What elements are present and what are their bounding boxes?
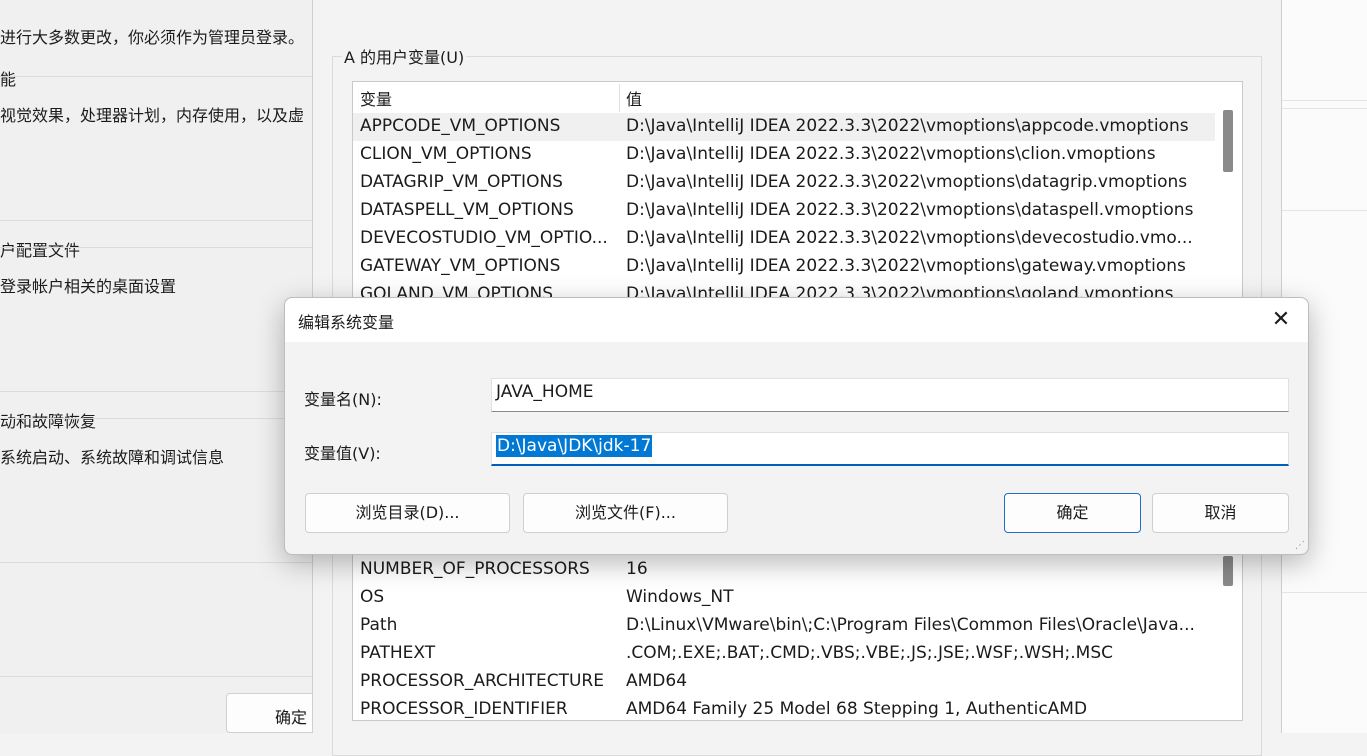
- divider: [1282, 592, 1367, 593]
- variable-value: D:\Java\IntelliJ IDEA 2022.3.3\2022\vmop…: [626, 256, 1186, 276]
- variable-value: Windows_NT: [626, 587, 734, 607]
- cancel-button[interactable]: 取消: [1152, 493, 1289, 533]
- variable-name-value: JAVA_HOME: [496, 382, 594, 402]
- table-row[interactable]: NUMBER_OF_PROCESSORS 16: [353, 556, 1215, 584]
- variable-name: PROCESSOR_ARCHITECTURE: [360, 671, 604, 691]
- table-row[interactable]: DATASPELL_VM_OPTIONS D:\Java\IntelliJ ID…: [353, 197, 1215, 225]
- divider: [1282, 100, 1367, 101]
- variable-value-label: 变量值(V):: [304, 444, 381, 463]
- divider: [0, 562, 318, 563]
- browse-file-button[interactable]: 浏览文件(F)...: [523, 493, 728, 533]
- table-row[interactable]: PROCESSOR_IDENTIFIER AMD64 Family 25 Mod…: [353, 696, 1215, 724]
- divider: [1282, 108, 1367, 109]
- variable-name: OS: [360, 587, 385, 607]
- table-row[interactable]: DATAGRIP_VM_OPTIONS D:\Java\IntelliJ IDE…: [353, 169, 1215, 197]
- variable-value: AMD64 Family 25 Model 68 Stepping 1, Aut…: [626, 699, 1088, 719]
- variable-value-input[interactable]: D:\Java\JDK\jdk-17: [491, 432, 1289, 466]
- divider: [0, 676, 318, 677]
- table-row[interactable]: DEVECOSTUDIO_VM_OPTIO... D:\Java\Intelli…: [353, 225, 1215, 253]
- divider: [0, 220, 318, 221]
- browse-directory-button[interactable]: 浏览目录(D)...: [305, 493, 510, 533]
- variable-name: DATAGRIP_VM_OPTIONS: [360, 172, 563, 192]
- system-list-scrollbar[interactable]: [1223, 556, 1233, 586]
- variable-value: 16: [626, 559, 648, 579]
- table-row[interactable]: GATEWAY_VM_OPTIONS D:\Java\IntelliJ IDEA…: [353, 253, 1215, 281]
- table-row[interactable]: CLION_VM_OPTIONS D:\Java\IntelliJ IDEA 2…: [353, 141, 1215, 169]
- table-row[interactable]: APPCODE_VM_OPTIONS D:\Java\IntelliJ IDEA…: [353, 113, 1215, 141]
- variable-value-selected-text: D:\Java\JDK\jdk-17: [496, 435, 653, 457]
- performance-heading: 能: [0, 70, 17, 89]
- resize-grip-icon[interactable]: ⋰: [1295, 541, 1305, 551]
- variable-value: .COM;.EXE;.BAT;.CMD;.VBS;.VBE;.JS;.JSE;.…: [626, 643, 1114, 663]
- variable-name: CLION_VM_OPTIONS: [360, 144, 532, 164]
- admin-notice: 进行大多数更改，你必须作为管理员登录。: [0, 28, 305, 47]
- close-icon[interactable]: ✕: [1266, 306, 1296, 334]
- column-header-value[interactable]: 值: [626, 86, 642, 110]
- variable-name: NUMBER_OF_PROCESSORS: [360, 559, 590, 579]
- edit-system-variable-dialog: 编辑系统变量 ✕ 变量名(N): JAVA_HOME 变量值(V): D:\Ja…: [284, 297, 1309, 555]
- divider: [0, 391, 318, 392]
- column-divider[interactable]: [619, 84, 620, 112]
- divider: [1282, 210, 1367, 211]
- divider: [0, 76, 318, 77]
- dialog-titlebar[interactable]: 编辑系统变量 ✕: [285, 298, 1308, 342]
- user-profiles-heading: 户配置文件: [0, 241, 81, 260]
- system-properties-window: 进行大多数更改，你必须作为管理员登录。 能 视觉效果，处理器计划，内存使用，以及…: [0, 0, 330, 733]
- performance-desc: 视觉效果，处理器计划，内存使用，以及虚: [0, 106, 305, 125]
- variable-name-label: 变量名(N):: [304, 390, 382, 409]
- variable-name: PROCESSOR_IDENTIFIER: [360, 699, 568, 719]
- table-row[interactable]: OS Windows_NT: [353, 584, 1215, 612]
- ok-button[interactable]: 确定: [1004, 493, 1141, 533]
- variable-value: D:\Java\IntelliJ IDEA 2022.3.3\2022\vmop…: [626, 144, 1156, 164]
- variable-value: D:\Java\IntelliJ IDEA 2022.3.3\2022\vmop…: [626, 200, 1194, 220]
- variable-value: D:\Java\IntelliJ IDEA 2022.3.3\2022\vmop…: [626, 172, 1188, 192]
- variable-value: D:\Java\IntelliJ IDEA 2022.3.3\2022\vmop…: [626, 228, 1193, 248]
- variable-name: PATHEXT: [360, 643, 436, 663]
- variable-name: APPCODE_VM_OPTIONS: [360, 116, 561, 136]
- user-variables-title: A 的用户变量(U): [342, 44, 467, 68]
- user-profiles-desc: 登录帐户相关的桌面设置: [0, 277, 177, 296]
- table-row[interactable]: PROCESSOR_ARCHITECTURE AMD64: [353, 668, 1215, 696]
- table-row[interactable]: Path D:\Linux\VMware\bin\;C:\Program Fil…: [353, 612, 1215, 640]
- startup-recovery-desc: 系统启动、系统故障和调试信息: [0, 448, 225, 467]
- startup-recovery-heading: 动和故障恢复: [0, 412, 97, 431]
- divider: [0, 418, 318, 419]
- divider: [0, 247, 318, 248]
- variable-name: GATEWAY_VM_OPTIONS: [360, 256, 561, 276]
- dialog-title: 编辑系统变量: [298, 313, 395, 332]
- variable-value: D:\Java\IntelliJ IDEA 2022.3.3\2022\vmop…: [626, 116, 1189, 136]
- column-header-variable[interactable]: 变量: [360, 86, 392, 110]
- variable-name: DATASPELL_VM_OPTIONS: [360, 200, 574, 220]
- variable-name-input[interactable]: JAVA_HOME: [491, 378, 1289, 412]
- user-list-scrollbar[interactable]: [1223, 110, 1233, 172]
- variable-value: D:\Linux\VMware\bin\;C:\Program Files\Co…: [626, 615, 1195, 635]
- variable-name: Path: [360, 615, 398, 635]
- table-row[interactable]: PATHEXT .COM;.EXE;.BAT;.CMD;.VBS;.VBE;.J…: [353, 640, 1215, 668]
- variable-value: AMD64: [626, 671, 688, 691]
- variable-name: DEVECOSTUDIO_VM_OPTIO...: [360, 228, 608, 248]
- list-header: 变量 值: [353, 84, 1215, 112]
